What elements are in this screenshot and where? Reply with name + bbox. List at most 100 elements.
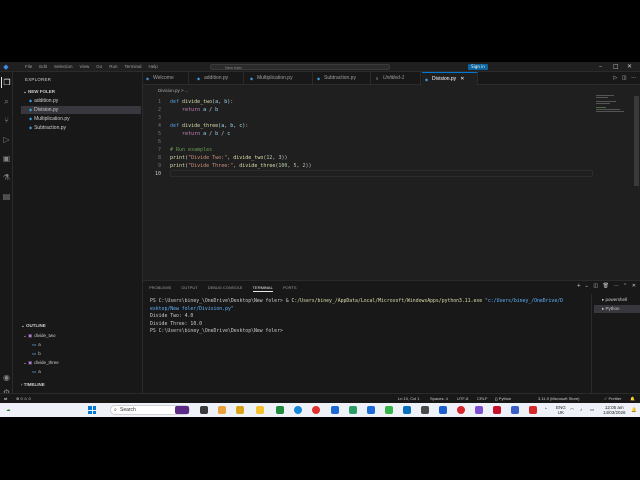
app-icon[interactable] <box>439 406 447 414</box>
encoding[interactable]: UTF-8 <box>457 394 468 403</box>
tab-debug-console[interactable]: DEBUG CONSOLE <box>208 285 243 292</box>
split-editor-icon[interactable]: ◫ <box>622 75 627 81</box>
more-actions-icon[interactable]: ··· <box>631 75 636 81</box>
opera-icon[interactable] <box>312 406 320 414</box>
file-division[interactable]: ◆ Division.py <box>21 106 141 114</box>
menu-go[interactable]: Go <box>96 64 102 69</box>
tab-problems[interactable]: PROBLEMS <box>149 285 171 292</box>
minimize-icon[interactable]: – <box>599 62 602 72</box>
editor-scrollbar[interactable] <box>634 96 639 186</box>
widgets-icon[interactable] <box>175 406 189 414</box>
clock[interactable]: 12:05 am 14/03/2026 <box>603 405 626 415</box>
vscode-taskbar-icon[interactable] <box>403 406 411 414</box>
outline-item-a2[interactable]: ▭ a <box>32 369 41 375</box>
app-icon[interactable] <box>511 406 519 414</box>
store-icon[interactable] <box>236 406 244 414</box>
tab-untitled[interactable]: ≡ Untitled-1 <box>373 72 421 85</box>
menu-selection[interactable]: Selection <box>54 64 73 69</box>
outline-header[interactable]: ⌄ OUTLINE <box>21 323 46 329</box>
search-icon[interactable]: ⌕ <box>1 96 12 107</box>
word-icon[interactable] <box>331 406 339 414</box>
wifi-icon[interactable]: ◠ <box>570 403 574 417</box>
outline-item-a[interactable]: ▭ a <box>32 342 41 348</box>
breadcrumb[interactable]: Division.py > ... <box>158 88 189 93</box>
excel-icon[interactable] <box>276 406 284 414</box>
close-panel-icon[interactable]: ✕ <box>632 283 636 289</box>
testing-icon[interactable]: ⚗ <box>1 172 12 183</box>
tab-terminal[interactable]: TERMINAL <box>252 285 273 292</box>
file-addition[interactable]: ◆ addition.py <box>21 97 141 105</box>
more-actions-icon[interactable]: ··· <box>614 283 619 289</box>
file-explorer-icon[interactable] <box>256 406 264 414</box>
cursor-position[interactable]: Ln 10, Col 1 <box>398 394 420 403</box>
copilot-icon[interactable] <box>218 406 226 414</box>
run-python-icon[interactable]: ▷ <box>613 75 617 81</box>
menu-run[interactable]: Run <box>109 64 117 69</box>
python-interpreter[interactable]: 3.11.9 (Microsoft Store) <box>538 394 580 403</box>
bluetooth-icon[interactable] <box>367 406 375 414</box>
tab-addition[interactable]: ◆ addition.py <box>194 72 244 85</box>
end-of-line[interactable]: CRLF <box>477 394 487 403</box>
accounts-icon[interactable]: ◉ <box>1 372 12 383</box>
battery-icon[interactable]: ▭ <box>590 403 594 417</box>
minimap[interactable] <box>596 95 626 115</box>
split-terminal-icon[interactable]: ◫ <box>593 283 598 289</box>
close-icon[interactable]: ✕ <box>627 62 632 72</box>
folder-new-foler[interactable]: ⌄ NEW FOLER <box>23 89 55 95</box>
notification-icon[interactable]: 🔔 <box>631 403 637 417</box>
app-icon[interactable] <box>421 406 429 414</box>
task-view-icon[interactable] <box>200 406 208 414</box>
problems-status[interactable]: ⊗ 0 ⚠ 0 <box>16 394 31 403</box>
terminal-powershell[interactable]: ▸ powershell <box>594 296 640 304</box>
maximize-icon[interactable]: □ <box>613 62 619 72</box>
run-debug-icon[interactable]: ▷ <box>1 134 12 145</box>
tab-welcome[interactable]: ◆ Welcome <box>143 72 189 85</box>
outline-item-divide-three[interactable]: ⌄ ▣ divide_three <box>23 360 59 366</box>
menu-edit[interactable]: Edit <box>39 64 47 69</box>
prettier-status[interactable]: ✓ Prettier <box>604 394 621 403</box>
menu-view[interactable]: View <box>80 64 90 69</box>
language-mode[interactable]: {} Python <box>495 394 511 403</box>
command-center-search[interactable]: New foler <box>210 64 390 70</box>
tab-multiplication[interactable]: ◆ Multiplication.py <box>247 72 313 85</box>
trash-icon[interactable]: 🗑 <box>603 283 609 289</box>
sign-in-button[interactable]: Sign in <box>468 64 488 70</box>
chevron-up-icon[interactable]: ⌃ <box>544 403 548 417</box>
menu-help[interactable]: Help <box>149 64 158 69</box>
extensions-icon[interactable]: ▣ <box>1 153 12 164</box>
edge-icon[interactable] <box>294 406 302 414</box>
tab-subtraction[interactable]: ◆ Subtraction.py <box>314 72 371 85</box>
code-editor[interactable]: 1 2 3 4 5 6 7 8 9 10 def divide_two(a, b… <box>143 95 640 305</box>
outline-item-divide-two[interactable]: ⌄ ▣ divide_two <box>23 333 56 339</box>
app-icon[interactable] <box>493 406 501 414</box>
start-button[interactable] <box>88 406 96 414</box>
explorer-icon[interactable]: ❐ <box>1 77 12 88</box>
indentation[interactable]: Spaces: 4 <box>430 394 448 403</box>
app-icon[interactable] <box>349 406 357 414</box>
tab-ports[interactable]: PORTS <box>283 285 297 292</box>
tab-close-icon[interactable]: ✕ <box>460 76 464 82</box>
speaker-icon[interactable]: ♪ <box>580 403 582 417</box>
chevron-down-icon[interactable]: ⌄ <box>585 283 589 289</box>
menu-terminal[interactable]: Terminal <box>125 64 142 69</box>
file-subtraction[interactable]: ◆ Subtraction.py <box>21 124 141 132</box>
timeline-header[interactable]: › TIMELINE <box>21 382 45 387</box>
source-control-icon[interactable]: ⑂ <box>1 115 12 126</box>
terminal-output[interactable]: PS C:\Users\biney_\OneDrive\Desktop\New … <box>150 298 588 336</box>
maximize-panel-icon[interactable]: ⌃ <box>623 283 627 289</box>
menu-file[interactable]: File <box>25 64 32 69</box>
tab-division[interactable]: ◆ Division.py ✕ <box>422 72 478 85</box>
remote-explorer-icon[interactable]: ▤ <box>1 191 12 202</box>
app-icon[interactable] <box>529 406 537 414</box>
weather-icon[interactable]: ☁ <box>6 403 11 417</box>
notifications-bell-icon[interactable]: 🔔 <box>630 394 635 403</box>
language-indicator[interactable]: ENG UK <box>556 405 566 415</box>
whatsapp-icon[interactable] <box>385 406 393 414</box>
outline-item-b[interactable]: ▭ b <box>32 351 41 357</box>
terminal-python[interactable]: ▸ Python <box>594 305 640 313</box>
file-multiplication[interactable]: ◆ Multiplication.py <box>21 115 141 123</box>
app-icon[interactable] <box>475 406 483 414</box>
new-terminal-icon[interactable]: + <box>577 283 581 289</box>
tab-output[interactable]: OUTPUT <box>181 285 197 292</box>
chrome-icon[interactable] <box>457 406 465 414</box>
